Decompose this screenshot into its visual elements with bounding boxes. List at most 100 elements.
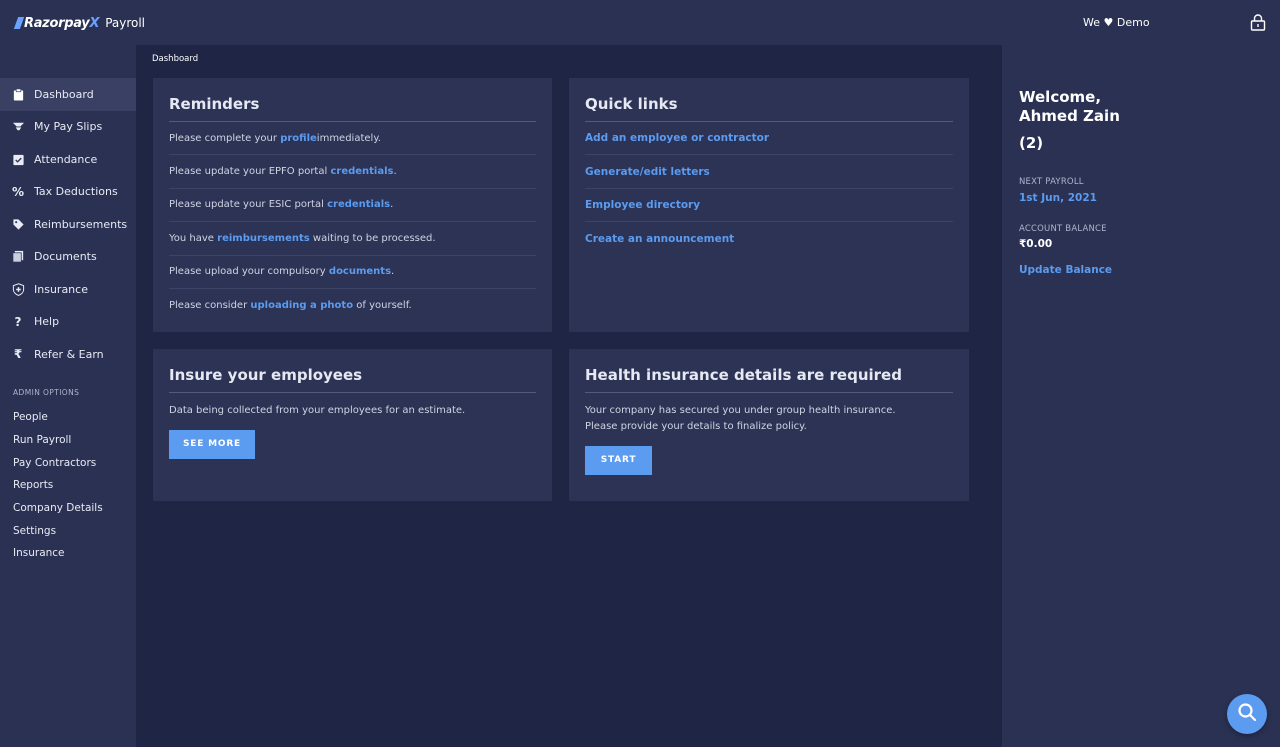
search-icon bbox=[1236, 701, 1258, 727]
admin-item-people[interactable]: People bbox=[13, 406, 103, 429]
logo-product: Payroll bbox=[105, 16, 146, 30]
rupee-icon: ₹ bbox=[13, 347, 23, 362]
sidebar-nav: Dashboard My Pay Slips Attendance % Tax … bbox=[0, 78, 136, 371]
health-text: Your company has secured you under group… bbox=[585, 403, 953, 435]
next-payroll-date[interactable]: 1st Jun, 2021 bbox=[1019, 192, 1097, 204]
demo-tag: We ♥ Demo bbox=[1083, 16, 1150, 29]
top-bar: RazorpayX Payroll We ♥ Demo bbox=[0, 0, 1280, 45]
demo-suffix: Demo bbox=[1116, 16, 1150, 29]
admin-item-settings[interactable]: Settings bbox=[13, 519, 103, 542]
insure-text: Data being collected from your employees… bbox=[169, 405, 466, 416]
sidebar-item-insurance[interactable]: Insurance bbox=[0, 273, 136, 306]
account-balance-value: ₹0.00 bbox=[1019, 238, 1053, 250]
reminders-title: Reminders bbox=[169, 78, 536, 122]
reminder-text: Please update your EPFO portal bbox=[169, 166, 328, 178]
reminder-row: Please update your ESIC portal credentia… bbox=[169, 189, 536, 223]
quick-link-row: Employee directory bbox=[585, 189, 953, 223]
reminder-link-reimbursements[interactable]: reimbursements bbox=[217, 233, 310, 244]
sidebar-item-help[interactable]: ? Help bbox=[0, 306, 136, 339]
reminder-row: Please upload your compulsory documents. bbox=[169, 256, 536, 289]
reminder-row: Please update your EPFO portal credentia… bbox=[169, 155, 536, 189]
reminder-link-epfo-credentials[interactable]: credentials bbox=[330, 166, 393, 177]
reminder-row: Please complete your profile immediately… bbox=[169, 122, 536, 156]
reminder-link-profile[interactable]: profile bbox=[280, 133, 317, 144]
quick-link-row: Create an announcement bbox=[585, 222, 953, 255]
lock-icon[interactable] bbox=[1249, 13, 1267, 31]
reminder-row: Please consider uploading a photo of you… bbox=[169, 289, 536, 322]
breadcrumb: Dashboard bbox=[152, 54, 199, 64]
admin-item-pay-contractors[interactable]: Pay Contractors bbox=[13, 451, 103, 474]
tag-icon bbox=[11, 217, 25, 231]
welcome-user-name: Ahmed Zain bbox=[1019, 107, 1120, 125]
next-payroll-label: NEXT PAYROLL bbox=[1019, 177, 1084, 187]
sidebar-item-attendance[interactable]: Attendance bbox=[0, 143, 136, 176]
reminder-link-uploading-photo[interactable]: uploading a photo bbox=[250, 300, 353, 311]
reminder-text: immediately. bbox=[316, 132, 381, 144]
sidebar-item-label: Help bbox=[34, 315, 60, 329]
admin-options-list: People Run Payroll Pay Contractors Repor… bbox=[13, 406, 103, 565]
sidebar-item-dashboard[interactable]: Dashboard bbox=[0, 78, 136, 111]
logo-x: X bbox=[89, 15, 100, 31]
reminder-text: of yourself. bbox=[356, 300, 412, 312]
welcome-line1: Welcome, bbox=[1019, 88, 1102, 106]
sidebar-item-label: Insurance bbox=[34, 282, 88, 296]
pending-count: (2) bbox=[1019, 134, 1044, 152]
update-balance-link[interactable]: Update Balance bbox=[1019, 264, 1112, 276]
quick-links-list: Add an employee or contractor Generate/e… bbox=[585, 122, 953, 256]
sidebar-item-documents[interactable]: Documents bbox=[0, 241, 136, 274]
reminder-text: Please update your ESIC portal bbox=[169, 199, 324, 211]
quick-link-row: Add an employee or contractor bbox=[585, 122, 953, 156]
search-fab-button[interactable] bbox=[1227, 694, 1267, 734]
sidebar-item-my-pay-slips[interactable]: My Pay Slips bbox=[0, 111, 136, 144]
health-title: Health insurance details are required bbox=[585, 349, 953, 393]
reminder-text: Please upload your compulsory bbox=[169, 266, 326, 278]
welcome-panel: Welcome, Ahmed Zain (2) NEXT PAYROLL 1st… bbox=[1002, 45, 1280, 747]
reminders-list: Please complete your profile immediately… bbox=[169, 122, 536, 322]
reminder-text: Please complete your bbox=[169, 132, 278, 144]
reminder-link-esic-credentials[interactable]: credentials bbox=[327, 199, 390, 210]
sidebar-item-label: Documents bbox=[34, 250, 97, 264]
quick-link-row: Generate/edit letters bbox=[585, 155, 953, 189]
razorpayx-logo[interactable]: RazorpayX Payroll bbox=[13, 14, 146, 32]
payslip-icon bbox=[11, 120, 25, 134]
logo-mark-icon bbox=[13, 17, 25, 29]
reminder-text: waiting to be processed. bbox=[312, 232, 436, 244]
reminder-link-documents[interactable]: documents bbox=[329, 266, 391, 277]
sidebar-item-refer-earn[interactable]: ₹ Refer & Earn bbox=[0, 338, 136, 371]
question-icon: ? bbox=[14, 314, 22, 329]
calendar-check-icon bbox=[11, 152, 25, 166]
clipboard-icon bbox=[11, 87, 25, 101]
reminder-text: . bbox=[393, 166, 397, 178]
welcome-heading: Welcome, Ahmed Zain bbox=[1019, 88, 1120, 126]
percent-icon: % bbox=[11, 184, 25, 199]
health-insurance-card: Health insurance details are required Yo… bbox=[569, 349, 969, 501]
admin-item-company-details[interactable]: Company Details bbox=[13, 497, 103, 520]
quick-link-create-announcement[interactable]: Create an announcement bbox=[585, 233, 734, 245]
demo-prefix: We bbox=[1083, 16, 1100, 29]
admin-item-insurance[interactable]: Insurance bbox=[13, 542, 103, 565]
sidebar-item-label: Reimbursements bbox=[34, 217, 128, 231]
heart-icon: ♥ bbox=[1103, 16, 1114, 29]
quick-link-generate-letters[interactable]: Generate/edit letters bbox=[585, 166, 710, 178]
health-text-line1: Your company has secured you under group… bbox=[585, 405, 896, 416]
sidebar: Dashboard My Pay Slips Attendance % Tax … bbox=[0, 45, 136, 747]
admin-item-run-payroll[interactable]: Run Payroll bbox=[13, 429, 103, 452]
sidebar-item-label: My Pay Slips bbox=[34, 120, 103, 134]
reminders-card: Reminders Please complete your profile i… bbox=[153, 78, 552, 332]
start-button[interactable]: START bbox=[585, 446, 652, 475]
sidebar-item-reimbursements[interactable]: Reimbursements bbox=[0, 208, 136, 241]
shield-plus-icon bbox=[11, 282, 25, 296]
quick-link-employee-directory[interactable]: Employee directory bbox=[585, 199, 700, 211]
reminder-text: You have bbox=[169, 232, 214, 244]
health-text-line2: Please provide your details to finalize … bbox=[585, 421, 807, 432]
reminder-row: You have reimbursements waiting to be pr… bbox=[169, 222, 536, 256]
see-more-button[interactable]: SEE MORE bbox=[169, 430, 255, 459]
sidebar-item-tax-deductions[interactable]: % Tax Deductions bbox=[0, 176, 136, 209]
quick-link-add-employee[interactable]: Add an employee or contractor bbox=[585, 132, 769, 144]
insure-title: Insure your employees bbox=[169, 349, 536, 393]
reminder-text: . bbox=[390, 199, 394, 211]
insure-employees-card: Insure your employees Data being collect… bbox=[153, 349, 552, 501]
quick-links-title: Quick links bbox=[585, 78, 953, 122]
sidebar-item-label: Tax Deductions bbox=[34, 185, 118, 199]
admin-item-reports[interactable]: Reports bbox=[13, 474, 103, 497]
